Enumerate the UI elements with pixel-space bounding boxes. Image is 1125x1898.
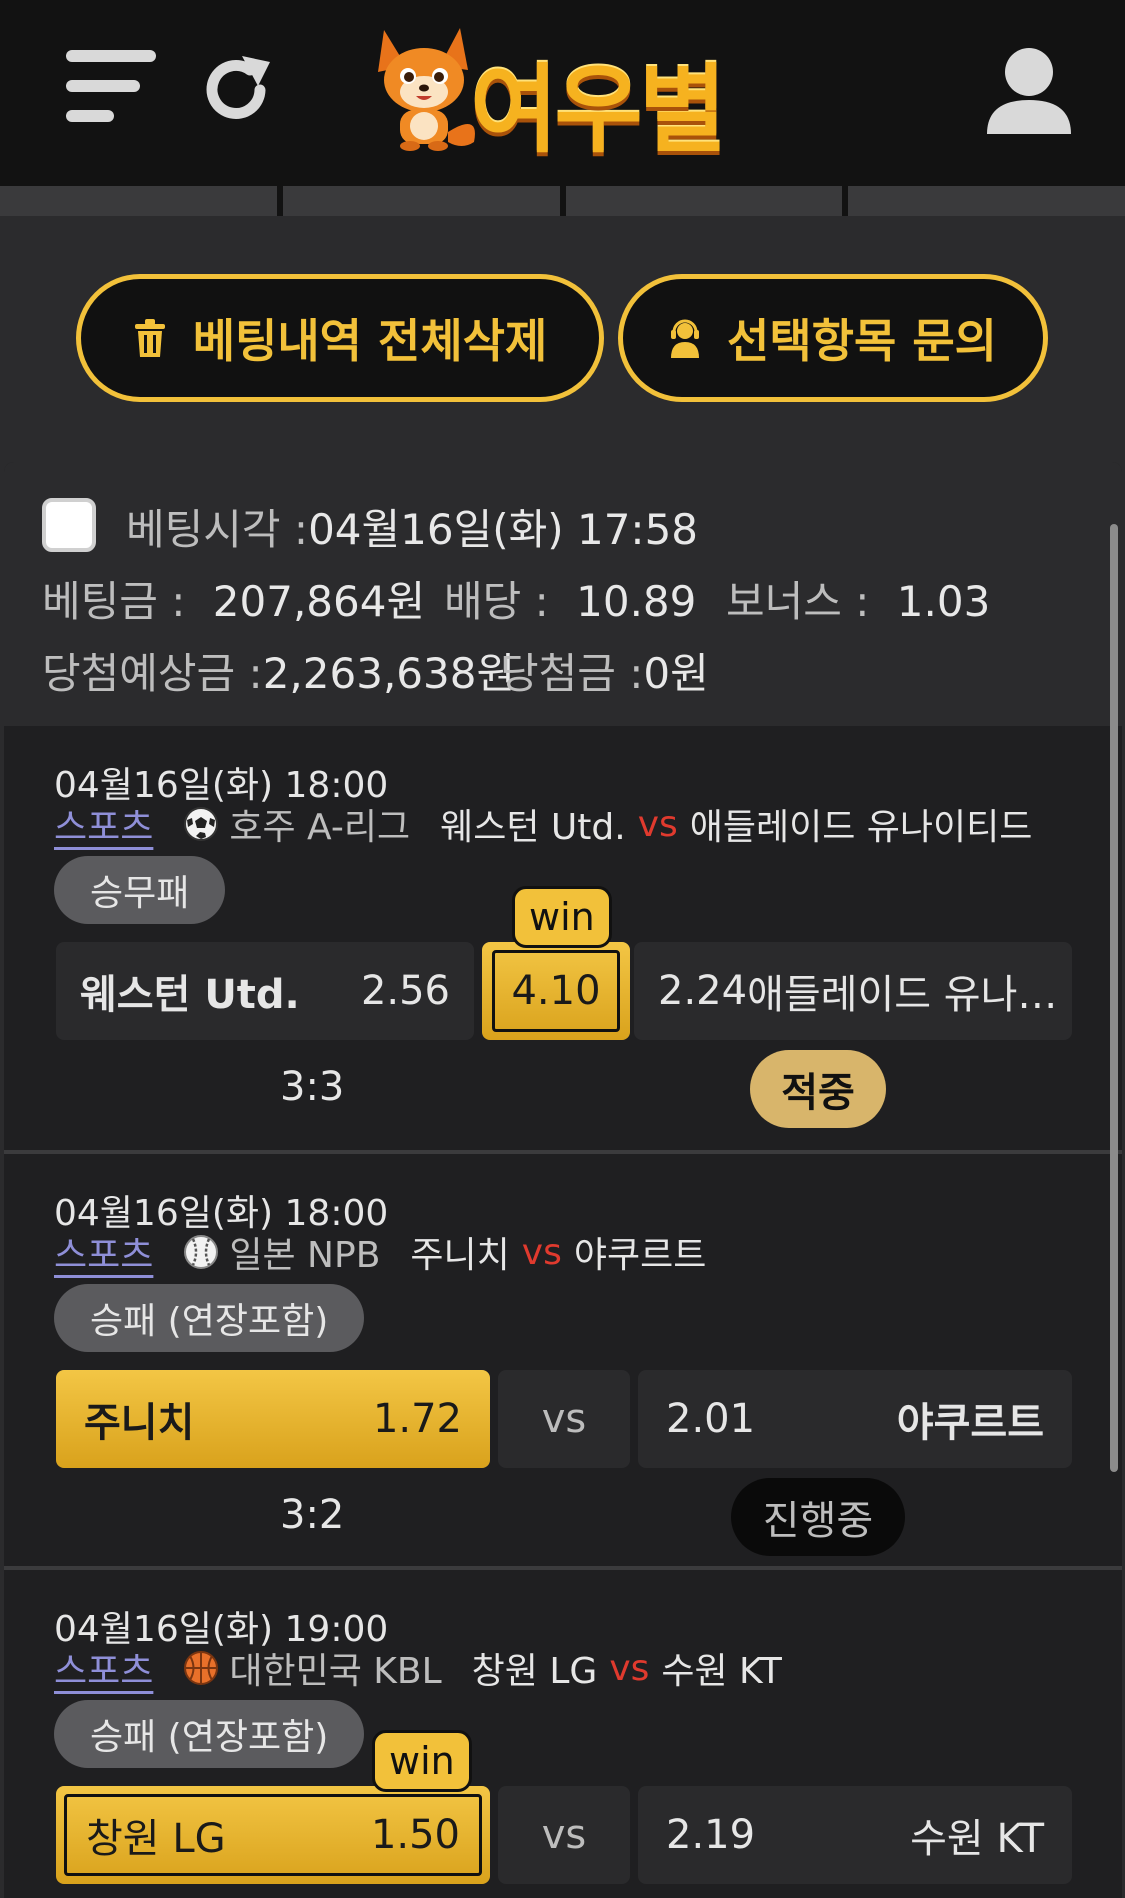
sport-link[interactable]: 스포츠 bbox=[54, 1642, 153, 1694]
trash-icon bbox=[134, 319, 165, 357]
status-badge: 진행중 bbox=[731, 1478, 905, 1556]
match-item: 04월16일(화) 18:00 스포츠 일본 NPB 주니치 vs 야쿠르트 승… bbox=[4, 1154, 1122, 1564]
odds-row: 배당 : 10.89 bbox=[444, 568, 696, 629]
sport-link[interactable]: 스포츠 bbox=[54, 798, 153, 850]
league-name: 일본 NPB bbox=[229, 1235, 381, 1276]
tab-2[interactable] bbox=[282, 186, 560, 216]
refresh-icon[interactable] bbox=[198, 52, 274, 128]
won-amount-row: 당첨금 :0원 bbox=[500, 640, 709, 701]
status-badge: 적중 bbox=[750, 1050, 886, 1128]
away-odds-name: 수원 KT bbox=[910, 1816, 1044, 1862]
action-bar: 베팅내역 전체삭제 선택항목 문의 bbox=[0, 228, 1125, 450]
odds-value: 10.89 bbox=[576, 577, 697, 626]
home-odds-name: 창원 LG bbox=[86, 1816, 226, 1862]
bet-summary: 베팅시각 :04월16일(화) 17:58 베팅금 : 207,864원 배당 … bbox=[4, 462, 1122, 726]
user-icon[interactable] bbox=[983, 44, 1075, 136]
delete-all-bets-button[interactable]: 베팅내역 전체삭제 bbox=[76, 274, 604, 402]
away-odds-button[interactable]: 2.19 수원 KT bbox=[638, 1786, 1072, 1884]
league-name: 대한민국 KBL bbox=[229, 1651, 442, 1692]
basketball-icon bbox=[184, 1651, 219, 1685]
expected-win-value: 2,263,638원 bbox=[262, 649, 516, 698]
delete-all-bets-label: 베팅내역 전체삭제 bbox=[192, 314, 548, 368]
league-name: 호주 A-리그 bbox=[229, 807, 411, 848]
home-odds-button[interactable]: 웨스턴 Utd. 2.56 bbox=[56, 942, 474, 1040]
match-info: 스포츠 호주 A-리그 웨스턴 Utd. vs 애들레이드 유나이티드 bbox=[54, 798, 1032, 850]
tab-3[interactable] bbox=[565, 186, 843, 216]
away-odds-button[interactable]: 2.24 애들레이드 유나… bbox=[634, 942, 1072, 1040]
soccer-ball-icon bbox=[184, 807, 219, 841]
tab-4[interactable] bbox=[848, 186, 1125, 216]
hamburger-menu-icon[interactable] bbox=[66, 50, 156, 130]
vs-label: vs bbox=[609, 1647, 650, 1689]
home-odds-button[interactable]: 창원 LG 1.50 bbox=[56, 1786, 490, 1884]
center-vs-box: vs bbox=[498, 1370, 630, 1468]
away-odds-name: 애들레이드 유나… bbox=[747, 972, 1058, 1018]
away-team: 애들레이드 유나이티드 bbox=[689, 807, 1033, 848]
market-type-badge: 승무패 bbox=[54, 856, 226, 924]
fox-mascot-logo bbox=[378, 28, 475, 151]
away-odds-name: 야쿠르트 bbox=[896, 1400, 1044, 1446]
bonus-value: 1.03 bbox=[896, 577, 991, 626]
bet-time-row: 베팅시각 :04월16일(화) 17:58 bbox=[126, 496, 698, 557]
expected-win-label: 당첨예상금 : bbox=[42, 649, 263, 698]
home-odds-button[interactable]: 주니치 1.72 bbox=[56, 1370, 490, 1468]
odds-label: 배당 : bbox=[444, 577, 549, 626]
home-team: 웨스턴 Utd. bbox=[440, 807, 626, 848]
bet-time-value: 04월16일(화) 17:58 bbox=[308, 505, 699, 554]
bet-amount-row: 베팅금 : 207,864원 bbox=[42, 568, 425, 629]
bonus-label: 보너스 : bbox=[726, 577, 870, 626]
away-odds-value: 2.01 bbox=[666, 1396, 756, 1442]
top-header: 여우별 bbox=[0, 0, 1125, 186]
inquire-selected-label: 선택항목 문의 bbox=[727, 314, 997, 368]
away-team: 수원 KT bbox=[661, 1651, 782, 1692]
expected-win-row: 당첨예상금 :2,263,638원 bbox=[42, 640, 515, 701]
match-item: 04월16일(화) 18:00 스포츠 호주 A-리그 웨스턴 Utd. vs … bbox=[4, 726, 1122, 1136]
match-score: 3:2 bbox=[280, 1492, 345, 1538]
bet-history-card: 베팅시각 :04월16일(화) 17:58 베팅금 : 207,864원 배당 … bbox=[4, 462, 1122, 1898]
sport-link[interactable]: 스포츠 bbox=[54, 1226, 153, 1278]
away-odds-value: 2.19 bbox=[666, 1812, 756, 1858]
bonus-row: 보너스 : 1.03 bbox=[726, 568, 990, 629]
site-logo[interactable]: 여우별 bbox=[370, 22, 750, 166]
tab-1[interactable] bbox=[0, 186, 277, 216]
win-badge: win bbox=[512, 886, 612, 948]
away-odds-button[interactable]: 2.01 야쿠르트 bbox=[638, 1370, 1072, 1468]
home-odds-value: 1.72 bbox=[372, 1396, 462, 1442]
home-team: 주니치 bbox=[410, 1235, 510, 1276]
win-badge: win bbox=[372, 1730, 472, 1792]
home-odds-value: 2.56 bbox=[360, 968, 450, 1014]
center-vs-box: vs bbox=[498, 1786, 630, 1884]
won-amount-value: 0원 bbox=[643, 649, 709, 698]
bet-amount-value: 207,864원 bbox=[212, 577, 426, 626]
vs-label: vs bbox=[637, 803, 678, 845]
bet-select-checkbox[interactable] bbox=[42, 498, 96, 552]
away-team: 야쿠르트 bbox=[573, 1235, 707, 1276]
won-amount-label: 당첨금 : bbox=[500, 649, 644, 698]
match-item: 04월16일(화) 19:00 스포츠 대한민국 KBL 창원 LG vs 수원… bbox=[4, 1570, 1122, 1898]
home-odds-name: 주니치 bbox=[84, 1400, 195, 1446]
vs-label: vs bbox=[521, 1231, 562, 1273]
draw-odds-value: 4.10 bbox=[511, 968, 601, 1014]
headset-agent-icon bbox=[671, 319, 700, 358]
market-type-badge: 승패 (연장포함) bbox=[54, 1284, 365, 1352]
tab-strip bbox=[0, 186, 1125, 216]
home-team: 창원 LG bbox=[471, 1651, 598, 1692]
logo-text: 여우별 bbox=[470, 54, 727, 166]
market-type-badge: 승패 (연장포함) bbox=[54, 1700, 365, 1768]
bet-amount-label: 베팅금 : bbox=[42, 577, 186, 626]
baseball-icon bbox=[184, 1235, 219, 1269]
match-info: 스포츠 일본 NPB 주니치 vs 야쿠르트 bbox=[54, 1226, 706, 1278]
scrollbar[interactable] bbox=[1110, 524, 1118, 1472]
draw-odds-button[interactable]: 4.10 bbox=[482, 942, 630, 1040]
away-odds-value: 2.24 bbox=[658, 968, 748, 1014]
home-odds-name: 웨스턴 Utd. bbox=[80, 972, 300, 1018]
match-info: 스포츠 대한민국 KBL 창원 LG vs 수원 KT bbox=[54, 1642, 782, 1694]
match-score: 3:3 bbox=[280, 1064, 345, 1110]
bet-time-label: 베팅시각 : bbox=[126, 505, 309, 554]
home-odds-value: 1.50 bbox=[370, 1812, 460, 1858]
inquire-selected-button[interactable]: 선택항목 문의 bbox=[618, 274, 1048, 402]
